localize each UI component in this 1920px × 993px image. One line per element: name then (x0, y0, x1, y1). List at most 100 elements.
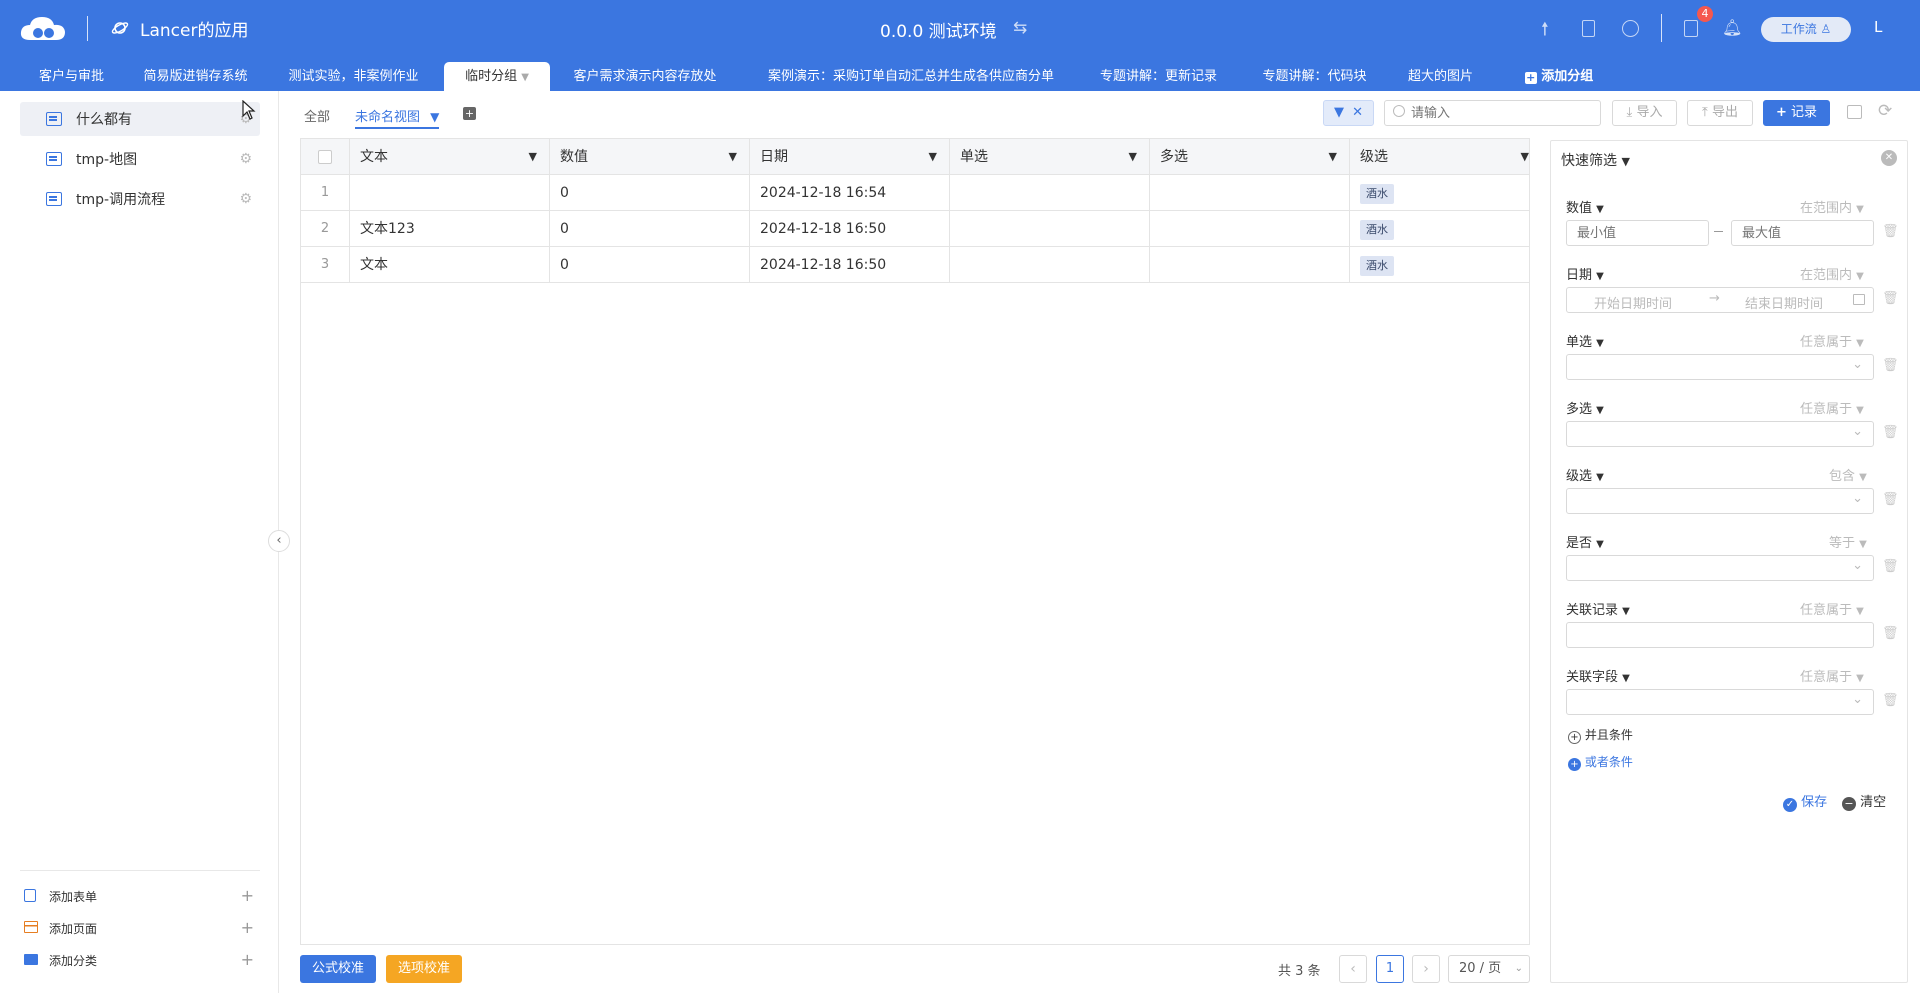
switch-env-icon[interactable]: ⇆ (1013, 18, 1027, 38)
formula-check-button[interactable]: 公式校准 (300, 955, 376, 983)
plus-icon[interactable]: + (241, 950, 254, 969)
tab-temp-group[interactable]: 临时分组 ▼ (444, 62, 550, 91)
prev-page-button[interactable]: ‹ (1339, 955, 1367, 983)
boolean-select[interactable]: ⌄ (1566, 555, 1874, 581)
history-icon[interactable] (1622, 20, 1639, 37)
tab-code-block[interactable]: 专题讲解：代码块 (1236, 62, 1393, 91)
filter-field-date[interactable]: 日期 ▼ (1566, 264, 1604, 283)
single-select[interactable]: ⌄ (1566, 354, 1874, 380)
document-icon[interactable] (1582, 20, 1595, 37)
add-view-icon[interactable]: + (463, 107, 476, 120)
filter-title-dropdown-icon[interactable]: ▼ (1621, 155, 1629, 168)
clear-filter-button[interactable]: − 清空 (1842, 791, 1886, 811)
current-page[interactable]: 1 (1376, 955, 1404, 983)
linked-record-select[interactable] (1566, 622, 1874, 648)
cell-multi[interactable] (1150, 175, 1350, 211)
column-menu-icon[interactable]: ▼ (1329, 139, 1337, 175)
cascade-select[interactable]: ⌄ (1566, 488, 1874, 514)
filter-field-cascade[interactable]: 级选 ▼ (1566, 465, 1604, 484)
cell-number[interactable]: 0 (550, 247, 750, 283)
tab-inventory[interactable]: 简易版进销存系统 (127, 62, 264, 91)
cell-text[interactable]: 文本 (350, 247, 550, 283)
select-all-checkbox[interactable] (318, 150, 332, 164)
column-header-text[interactable]: 文本 ▼ (350, 139, 550, 175)
column-header-single[interactable]: 单选 ▼ (950, 139, 1150, 175)
view-current[interactable]: 未命名视图 ▼ (355, 106, 440, 129)
delete-icon[interactable]: 🗑︎ (1882, 291, 1899, 306)
cell-date[interactable]: 2024-12-18 16:50 (750, 211, 950, 247)
env-title[interactable]: 0.0.0 测试环境 (880, 17, 997, 42)
upload-icon[interactable]: 🠕 (1541, 17, 1549, 47)
add-form-item[interactable]: 添加表单 + (24, 886, 254, 906)
cell-single[interactable] (950, 247, 1150, 283)
delete-icon[interactable]: 🗑︎ (1882, 559, 1899, 574)
max-value-input[interactable] (1731, 220, 1874, 246)
tab-update-record[interactable]: 专题讲解：更新记录 (1086, 62, 1231, 91)
filter-op[interactable]: 任意属于 ▼ (1800, 398, 1872, 417)
filter-field-single[interactable]: 单选 ▼ (1566, 331, 1604, 350)
add-record-button[interactable]: + 记录 (1763, 100, 1830, 126)
end-date-input[interactable]: 结束日期时间 (1745, 293, 1823, 312)
filter-op[interactable]: 等于 ▼ (1829, 532, 1872, 551)
cell-number[interactable]: 0 (550, 175, 750, 211)
option-check-button[interactable]: 选项校准 (386, 955, 462, 983)
tab-big-image[interactable]: 超大的图片 (1398, 62, 1483, 91)
tab-test[interactable]: 测试实验，非案例作业 (268, 62, 439, 91)
date-range-picker[interactable]: 开始日期时间 → 结束日期时间 (1566, 287, 1874, 313)
workflow-button[interactable]: 工作流 ♙ (1761, 17, 1851, 42)
table-row[interactable]: 1 0 2024-12-18 16:54 酒水 (301, 175, 1529, 211)
user-avatar[interactable]: L (1874, 18, 1882, 36)
add-and-condition[interactable]: + 并且条件 (1568, 726, 1633, 744)
table-row[interactable]: 2 文本123 0 2024-12-18 16:50 酒水 (301, 211, 1529, 247)
column-menu-icon[interactable]: ▼ (1521, 139, 1529, 175)
filter-field-linked-field[interactable]: 关联字段 ▼ (1566, 666, 1630, 685)
cell-number[interactable]: 0 (550, 211, 750, 247)
gear-icon[interactable]: ⚙ (239, 151, 252, 167)
column-menu-icon[interactable]: ▼ (1129, 139, 1137, 175)
page-size-select[interactable]: 20 / 页 ⌄ (1448, 955, 1530, 983)
delete-icon[interactable]: 🗑︎ (1882, 358, 1899, 373)
cell-single[interactable] (950, 175, 1150, 211)
plus-icon[interactable]: + (241, 918, 254, 937)
next-page-button[interactable]: › (1412, 955, 1440, 983)
add-page-item[interactable]: 添加页面 + (24, 918, 254, 938)
collapse-sidebar-button[interactable]: ‹ (268, 530, 290, 552)
cloud-logo-icon[interactable] (18, 13, 68, 43)
tab-customer-approval[interactable]: 客户与审批 (20, 62, 123, 91)
app-name[interactable]: Lancer的应用 (140, 16, 248, 41)
filter-panel-title[interactable]: 快速筛选 ▼ (1561, 150, 1630, 170)
cell-text[interactable] (350, 175, 550, 211)
filter-toggle-button[interactable]: ▼ ✕ (1323, 100, 1374, 126)
sidebar-item-map[interactable]: tmp-地图 ⚙ (20, 142, 260, 176)
search-input[interactable] (1411, 104, 1591, 122)
filter-field-linked-record[interactable]: 关联记录 ▼ (1566, 599, 1630, 618)
column-header-number[interactable]: 数值 ▼ (550, 139, 750, 175)
table-row[interactable]: 3 文本 0 2024-12-18 16:50 酒水 (301, 247, 1529, 283)
cell-date[interactable]: 2024-12-18 16:54 (750, 175, 950, 211)
cell-multi[interactable] (1150, 211, 1350, 247)
filter-op[interactable]: 在范围内 ▼ (1800, 197, 1872, 216)
filter-field-number[interactable]: 数值 ▼ (1566, 197, 1604, 216)
add-group-button[interactable]: + 添加分组 (1501, 62, 1617, 91)
filter-op[interactable]: 任意属于 ▼ (1800, 666, 1872, 685)
tab-customer-demo[interactable]: 客户需求演示内容存放处 (555, 62, 735, 91)
tab-dropdown-icon[interactable]: ▼ (521, 72, 529, 83)
plus-icon[interactable]: + (241, 886, 254, 905)
cell-text[interactable]: 文本123 (350, 211, 550, 247)
filter-field-multi[interactable]: 多选 ▼ (1566, 398, 1604, 417)
column-header-multi[interactable]: 多选 ▼ (1150, 139, 1350, 175)
start-date-input[interactable]: 开始日期时间 (1594, 293, 1672, 312)
filter-op[interactable]: 包含 ▼ (1829, 465, 1872, 484)
filter-op[interactable]: 任意属于 ▼ (1800, 331, 1872, 350)
filter-field-boolean[interactable]: 是否 ▼ (1566, 532, 1604, 551)
linked-field-select[interactable]: ⌄ (1566, 689, 1874, 715)
close-filter-icon[interactable]: ✕ (1881, 150, 1897, 166)
delete-icon[interactable]: 🗑︎ (1882, 425, 1899, 440)
filter-op[interactable]: 任意属于 ▼ (1800, 599, 1872, 618)
column-header-cascade[interactable]: 级选 ▼ (1350, 139, 1529, 175)
filter-op[interactable]: 在范围内 ▼ (1800, 264, 1872, 283)
save-filter-button[interactable]: ✓ 保存 (1783, 791, 1827, 812)
tab-case-demo[interactable]: 案例演示：采购订单自动汇总并生成各供应商分单 (740, 62, 1082, 91)
import-button[interactable]: ⤓ 导入 (1612, 100, 1677, 126)
column-header-date[interactable]: 日期 ▼ (750, 139, 950, 175)
